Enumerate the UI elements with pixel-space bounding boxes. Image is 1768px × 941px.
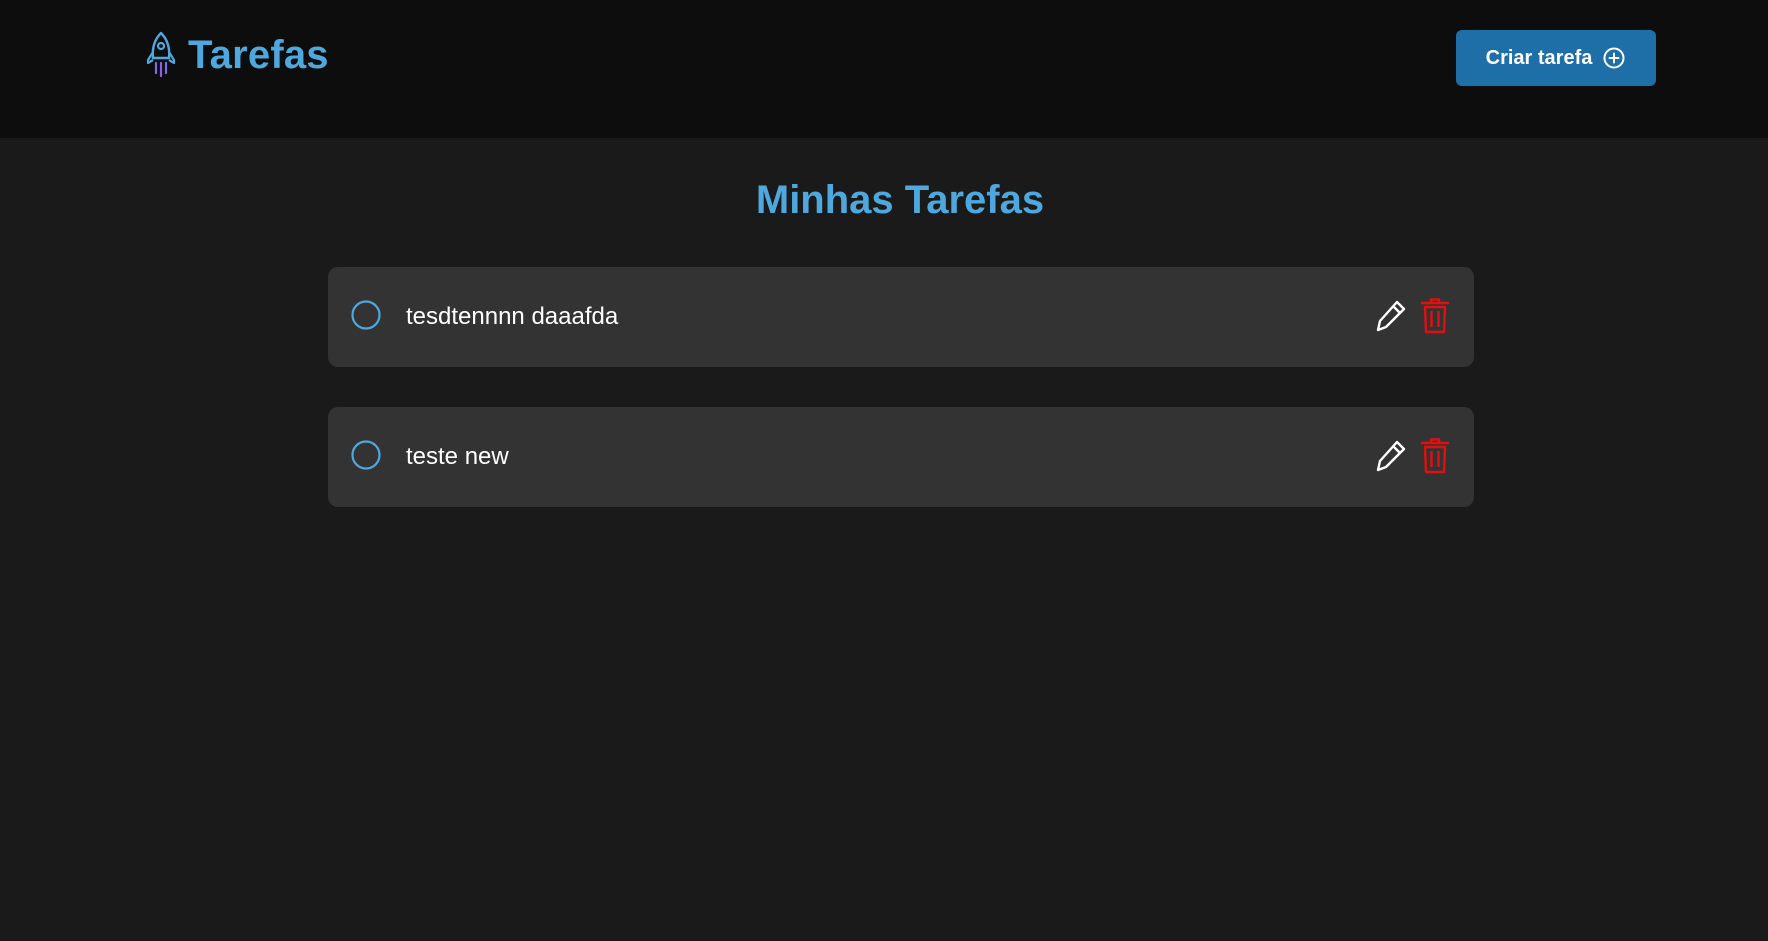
brand: Tarefas: [144, 30, 329, 80]
edit-task-button[interactable]: [1374, 437, 1408, 475]
circle-icon: [351, 300, 381, 330]
pencil-icon: [1376, 440, 1406, 472]
plus-circle-icon: [1602, 46, 1626, 70]
create-task-label: Criar tarefa: [1485, 46, 1593, 69]
circle-icon: [351, 440, 381, 470]
create-task-button[interactable]: Criar tarefa: [1456, 30, 1656, 86]
pencil-icon: [1376, 300, 1406, 332]
edit-task-button[interactable]: [1374, 297, 1408, 335]
task-complete-toggle[interactable]: [351, 300, 381, 330]
task-actions: [1374, 437, 1452, 475]
page-title: Minhas Tarefas: [755, 178, 1045, 222]
task-actions: [1374, 297, 1452, 335]
delete-task-button[interactable]: [1418, 437, 1452, 475]
task-complete-toggle[interactable]: [351, 440, 381, 470]
task-title: tesdtennnn daaafda: [406, 303, 619, 330]
trash-icon: [1420, 438, 1450, 474]
task-title: teste new: [406, 443, 509, 470]
delete-task-button[interactable]: [1418, 297, 1452, 335]
rocket-icon: [144, 30, 178, 80]
app-header: Tarefas Criar tarefa: [0, 0, 1768, 138]
task-list: tesdtennnn daaafda teste new: [328, 267, 1474, 547]
task-item: tesdtennnn daaafda: [328, 267, 1474, 367]
trash-icon: [1420, 298, 1450, 334]
task-item: teste new: [328, 407, 1474, 507]
brand-title: Tarefas: [188, 32, 329, 77]
